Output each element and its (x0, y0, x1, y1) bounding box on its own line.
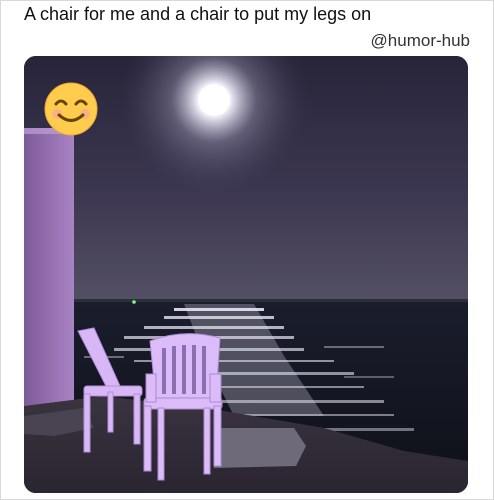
distant-light (132, 300, 136, 304)
concrete-wall (24, 128, 74, 418)
post-caption: A chair for me and a chair to put my leg… (24, 4, 372, 24)
smiling-face-emoji (44, 82, 98, 136)
moon (198, 84, 230, 116)
author-handle[interactable]: @humor-hub (371, 31, 470, 51)
rock (214, 428, 306, 468)
